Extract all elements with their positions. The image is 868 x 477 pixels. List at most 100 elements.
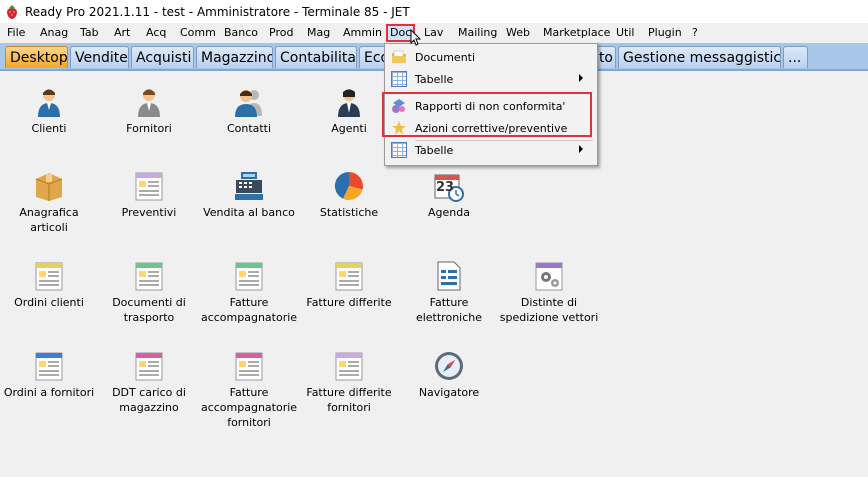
desktop-documenti-di-trasporto[interactable]: Documenti di trasporto bbox=[99, 260, 199, 325]
menu-help[interactable]: ? bbox=[692, 24, 698, 42]
desktop-navigatore[interactable]: Navigatore bbox=[399, 350, 499, 400]
menu-prod[interactable]: Prod bbox=[269, 24, 293, 42]
desktop-fatture-accompagnatorie-fornitori[interactable]: Fatture accompagnatorie fornitori bbox=[199, 350, 299, 430]
desktop-label: Ordini a fornitori bbox=[3, 386, 95, 399]
transport-document-icon bbox=[135, 262, 163, 291]
tab-more[interactable]: ... bbox=[783, 46, 808, 68]
cash-register-icon bbox=[235, 172, 263, 200]
pie-chart-icon bbox=[334, 171, 363, 201]
desktop-anagrafica-articoli[interactable]: Anagrafica articoli bbox=[0, 170, 99, 235]
deferred-invoice-icon bbox=[335, 262, 363, 291]
desktop-label: Distinte di spedizione vettori bbox=[499, 296, 599, 324]
box-icon bbox=[35, 173, 63, 201]
menu-web[interactable]: Web bbox=[506, 24, 530, 42]
desktop-preventivi[interactable]: Preventivi bbox=[99, 170, 199, 220]
submenu-arrow-icon bbox=[579, 145, 583, 153]
menu-banco[interactable]: Banco bbox=[224, 24, 258, 42]
desktop-label: Preventivi bbox=[121, 206, 177, 219]
calendar-day: 23 bbox=[436, 180, 455, 195]
highlight-frame bbox=[382, 92, 592, 137]
desktop-label: Fatture differite fornitori bbox=[306, 386, 392, 414]
menu-ammin[interactable]: Ammin bbox=[343, 24, 382, 42]
desktop-fatture-differite[interactable]: Fatture differite bbox=[299, 260, 399, 310]
desktop-label: Contatti bbox=[226, 122, 272, 135]
menu-item-tabelle-2[interactable]: Tabelle bbox=[386, 139, 595, 161]
tab-vendite[interactable]: Vendite bbox=[70, 46, 129, 68]
supplier-invoice-icon bbox=[235, 352, 263, 381]
mouse-cursor-icon bbox=[410, 29, 422, 46]
calendar-clock-icon: 23 bbox=[433, 170, 465, 202]
menu-marketplace[interactable]: Marketplace bbox=[543, 24, 610, 42]
tab-acquisti[interactable]: Acquisti bbox=[131, 46, 194, 68]
tab-desktop[interactable]: Desktop bbox=[5, 46, 68, 68]
desktop-ordini-a-fornitori[interactable]: Ordini a fornitori bbox=[0, 350, 99, 400]
supplier-deferred-invoice-icon bbox=[335, 352, 363, 381]
tab-contabilita[interactable]: Contabilita' bbox=[275, 46, 357, 68]
desktop-agenda[interactable]: 23 Agenda bbox=[399, 170, 499, 220]
electronic-invoice-icon bbox=[437, 261, 461, 291]
menu-item-label: Tabelle bbox=[415, 72, 454, 86]
menu-item-tabelle[interactable]: Tabelle bbox=[386, 68, 595, 90]
menu-bar: File Anag Tab Art Acq Comm Banco Prod Ma… bbox=[0, 23, 868, 43]
menu-art[interactable]: Art bbox=[114, 24, 130, 42]
menu-item-documenti[interactable]: Documenti bbox=[386, 46, 595, 68]
desktop-label: Anagrafica articoli bbox=[19, 206, 79, 234]
desktop-label: Fornitori bbox=[126, 122, 172, 135]
desktop-label: Agenda bbox=[428, 206, 470, 219]
quote-document-icon bbox=[135, 172, 163, 201]
desktop-ddt-carico-di-magazzino[interactable]: DDT carico di magazzino bbox=[99, 350, 199, 415]
desktop-label: Documenti di trasporto bbox=[112, 296, 186, 324]
desktop-ordini-clienti[interactable]: Ordini clienti bbox=[0, 260, 99, 310]
table-icon bbox=[391, 71, 407, 87]
contacts-icon bbox=[235, 90, 262, 117]
desktop-label: DDT carico di magazzino bbox=[112, 386, 186, 414]
desktop-label: Fatture accompagnatorie bbox=[200, 296, 298, 324]
shipping-settings-icon bbox=[535, 262, 563, 291]
window-title: Ready Pro 2021.1.11 - test - Amministrat… bbox=[25, 4, 410, 19]
table-icon bbox=[391, 142, 407, 158]
strawberry-app-icon bbox=[7, 4, 17, 19]
warehouse-ddt-icon bbox=[135, 352, 163, 381]
desktop-distinte-di-spedizione-vettori[interactable]: Distinte di spedizione vettori bbox=[499, 260, 599, 325]
submenu-arrow-icon bbox=[579, 74, 583, 82]
desktop-fatture-differite-fornitori[interactable]: Fatture differite fornitori bbox=[299, 350, 399, 415]
menu-tab[interactable]: Tab bbox=[80, 24, 99, 42]
desktop-fatture-accompagnatorie[interactable]: Fatture accompagnatorie bbox=[199, 260, 299, 325]
desktop-label: Navigatore bbox=[418, 386, 480, 399]
menu-lav[interactable]: Lav bbox=[424, 24, 443, 42]
desktop-vendita-al-banco[interactable]: Vendita al banco bbox=[199, 170, 299, 220]
menu-mag[interactable]: Mag bbox=[307, 24, 330, 42]
menu-item-label: Documenti bbox=[415, 50, 476, 64]
desktop-fornitori[interactable]: Fornitori bbox=[99, 86, 199, 136]
desktop-label: Statistiche bbox=[319, 206, 379, 219]
title-bar: Ready Pro 2021.1.11 - test - Amministrat… bbox=[0, 0, 868, 23]
invoice-document-icon bbox=[235, 262, 263, 291]
menu-util[interactable]: Util bbox=[616, 24, 634, 42]
desktop-label: Vendita al banco bbox=[203, 206, 295, 219]
menu-acq[interactable]: Acq bbox=[146, 24, 166, 42]
folder-documents-icon bbox=[392, 50, 406, 63]
order-document-icon bbox=[35, 262, 63, 291]
tab-gestione-messaggistica[interactable]: Gestione messaggistica bbox=[618, 46, 781, 68]
desktop-label: Clienti bbox=[31, 122, 67, 135]
desktop-clienti[interactable]: Clienti bbox=[0, 86, 99, 136]
compass-icon bbox=[435, 352, 463, 380]
agents-icon bbox=[338, 89, 360, 117]
desktop-label: Fatture elettroniche bbox=[415, 296, 483, 324]
menu-comm[interactable]: Comm bbox=[180, 24, 216, 42]
menu-item-label: Tabelle bbox=[415, 143, 454, 157]
menu-plugin[interactable]: Plugin bbox=[648, 24, 682, 42]
desktop-label: Fatture accompagnatorie fornitori bbox=[200, 386, 298, 429]
desktop-contatti[interactable]: Contatti bbox=[199, 86, 299, 136]
desktop-label: Fatture differite bbox=[306, 296, 392, 309]
menu-anag[interactable]: Anag bbox=[40, 24, 68, 42]
desktop-label: Ordini clienti bbox=[14, 296, 84, 309]
suppliers-icon bbox=[138, 89, 160, 117]
desktop-statistiche[interactable]: Statistiche bbox=[299, 170, 399, 220]
supplier-order-icon bbox=[35, 352, 63, 381]
customers-icon bbox=[38, 89, 60, 117]
menu-mailing[interactable]: Mailing bbox=[458, 24, 497, 42]
tab-magazzino[interactable]: Magazzino bbox=[196, 46, 273, 68]
menu-file[interactable]: File bbox=[7, 24, 25, 42]
desktop-fatture-elettroniche[interactable]: Fatture elettroniche bbox=[399, 260, 499, 325]
